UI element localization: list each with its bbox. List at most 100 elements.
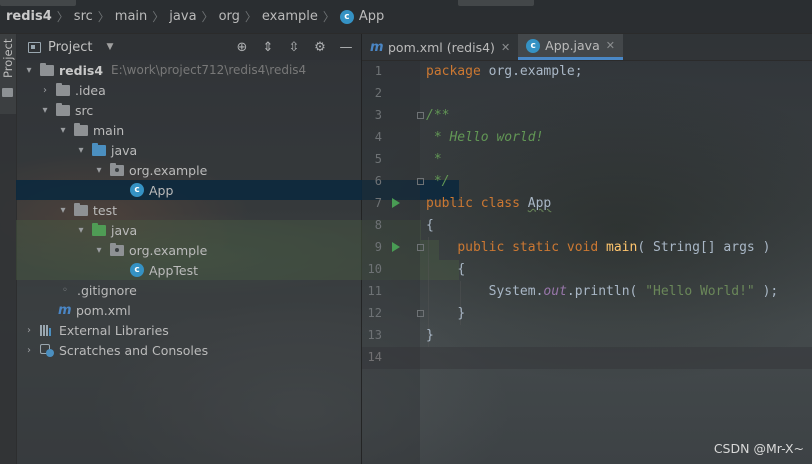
chevron-right-icon[interactable]: ›	[40, 85, 50, 96]
breadcrumb-item-main[interactable]: main	[115, 9, 147, 24]
code-token: /**	[426, 108, 450, 123]
tab-pom-xml[interactable]: m pom.xml (redis4) ✕	[362, 34, 518, 60]
breadcrumb-item-src[interactable]: src	[74, 9, 93, 24]
code-token: .println(	[566, 284, 646, 299]
chevron-down-icon[interactable]: ▾	[58, 125, 68, 136]
tab-label: pom.xml (redis4)	[388, 39, 495, 55]
code-token: */	[426, 174, 450, 189]
project-tool-window-button[interactable]: Project	[0, 34, 16, 114]
java-class-icon: c	[339, 9, 354, 24]
tree-item-label: src	[75, 102, 94, 118]
tree-item-label: main	[93, 122, 125, 138]
line-number: 4	[374, 130, 382, 144]
run-gutter-icon[interactable]	[392, 198, 400, 208]
breadcrumb-item-java[interactable]: java	[169, 9, 196, 24]
chevron-down-icon[interactable]: ▾	[94, 165, 104, 176]
tree-item-test[interactable]: ▾ test	[16, 200, 403, 220]
java-class-icon: c	[130, 263, 144, 277]
chevron-down-icon[interactable]: ▼	[106, 42, 113, 52]
tree-item-label: java	[111, 222, 138, 238]
gear-icon[interactable]: ⚙	[311, 38, 329, 56]
code-token: main	[606, 240, 638, 255]
fold-marker-icon[interactable]	[417, 310, 424, 317]
chevron-down-icon[interactable]: ▾	[40, 105, 50, 116]
tree-item-external-libraries[interactable]: › External Libraries	[16, 320, 369, 340]
chevron-down-icon[interactable]: ▾	[76, 145, 86, 156]
fold-marker-icon[interactable]	[417, 112, 424, 119]
tool-window-stripe: Project	[0, 34, 17, 464]
tree-item-idea[interactable]: › .idea	[16, 80, 385, 100]
code-token: {	[426, 218, 434, 233]
maven-icon: m	[58, 302, 72, 318]
breadcrumb-item-example[interactable]: example	[262, 9, 318, 24]
close-icon[interactable]: ✕	[606, 39, 615, 52]
folder-icon	[74, 122, 88, 136]
folder-icon	[56, 82, 70, 96]
tree-item-label: .idea	[75, 82, 106, 98]
breadcrumb-item-org[interactable]: org	[219, 9, 240, 24]
libraries-icon	[40, 324, 54, 336]
chevron-right-icon[interactable]: ›	[24, 325, 34, 336]
tree-item-test-java[interactable]: ▾ java	[16, 220, 421, 240]
code-line-8: {	[426, 215, 434, 237]
fold-marker-icon[interactable]	[417, 178, 424, 185]
breadcrumb-item-app-label: App	[358, 9, 385, 24]
code-token: ( String[] args )	[637, 240, 771, 255]
current-line-highlight	[362, 347, 812, 369]
chevron-right-icon[interactable]: ›	[24, 345, 34, 356]
tree-item-scratches[interactable]: › Scratches and Consoles	[16, 340, 369, 360]
scratches-icon	[40, 344, 54, 357]
code-line-11: System.out.println( "Hello World!" );	[426, 281, 779, 303]
folder-icon	[74, 202, 88, 216]
project-panel-header: Project ▼ ⊕ ⇕ ⇳ ⚙ —	[16, 34, 361, 60]
breadcrumb-item-project[interactable]: redis4	[6, 9, 52, 24]
chevron-down-icon[interactable]: ▾	[58, 205, 68, 216]
project-panel-title[interactable]: Project	[48, 40, 92, 55]
chevron-down-icon[interactable]: ▾	[24, 65, 34, 76]
source-root-folder-icon	[92, 142, 106, 156]
run-gutter-icon[interactable]	[392, 242, 400, 252]
project-view-icon	[28, 41, 41, 53]
tree-item-label: java	[111, 142, 138, 158]
tree-item-main-java[interactable]: ▾ java	[16, 140, 421, 160]
line-number: 6	[374, 174, 382, 188]
breadcrumb-item-app[interactable]: c App	[339, 9, 385, 24]
tree-item-src[interactable]: ▾ src	[16, 100, 385, 120]
code-token: package	[426, 64, 481, 79]
tree-item-main[interactable]: ▾ main	[16, 120, 403, 140]
gitignore-icon: ◦	[62, 284, 68, 296]
fold-marker-icon[interactable]	[417, 244, 424, 251]
code-token: out	[543, 284, 567, 299]
code-token: public static void	[457, 240, 599, 255]
editor-gutter[interactable]: 1 2 3 4 5 6 7 8 9 10 11 12 13 14	[362, 61, 424, 464]
close-icon[interactable]: ✕	[501, 41, 510, 54]
tree-item-label: .gitignore	[77, 282, 137, 298]
line-number: 8	[374, 218, 382, 232]
watermark: CSDN @Mr-X~	[713, 441, 804, 456]
tree-item-label: App	[149, 182, 174, 198]
line-number: 11	[367, 284, 382, 298]
chevron-down-icon[interactable]: ▾	[76, 225, 86, 236]
code-token: }	[457, 306, 466, 321]
code-token: System.	[488, 284, 544, 299]
tree-item-gitignore[interactable]: ◦ .gitignore	[16, 280, 387, 300]
hide-panel-icon[interactable]: —	[337, 38, 355, 56]
chevron-down-icon[interactable]: ▾	[94, 245, 104, 256]
nav-bar-top-decoration	[0, 0, 76, 6]
tab-label: App.java	[545, 38, 600, 53]
tree-item-redis4[interactable]: ▾ redis4 E:\work\project712\redis4\redis…	[16, 60, 369, 80]
nav-bar-top-decoration	[458, 0, 534, 6]
tree-item-label: test	[93, 202, 118, 218]
tree-item-label: org.example	[129, 242, 208, 258]
line-number: 3	[374, 108, 382, 122]
project-stripe-label: Project	[1, 38, 15, 78]
collapse-all-icon[interactable]: ⇳	[285, 38, 303, 56]
tree-item-pom[interactable]: m pom.xml	[16, 300, 387, 320]
test-root-folder-icon	[92, 222, 106, 236]
code-line-4: * Hello world!	[426, 127, 544, 149]
code-token: org.example;	[480, 64, 583, 79]
expand-all-icon[interactable]: ⇕	[259, 38, 277, 56]
locate-file-icon[interactable]: ⊕	[233, 38, 251, 56]
tab-app-java[interactable]: c App.java ✕	[518, 34, 623, 60]
code-token: public class	[426, 196, 520, 211]
